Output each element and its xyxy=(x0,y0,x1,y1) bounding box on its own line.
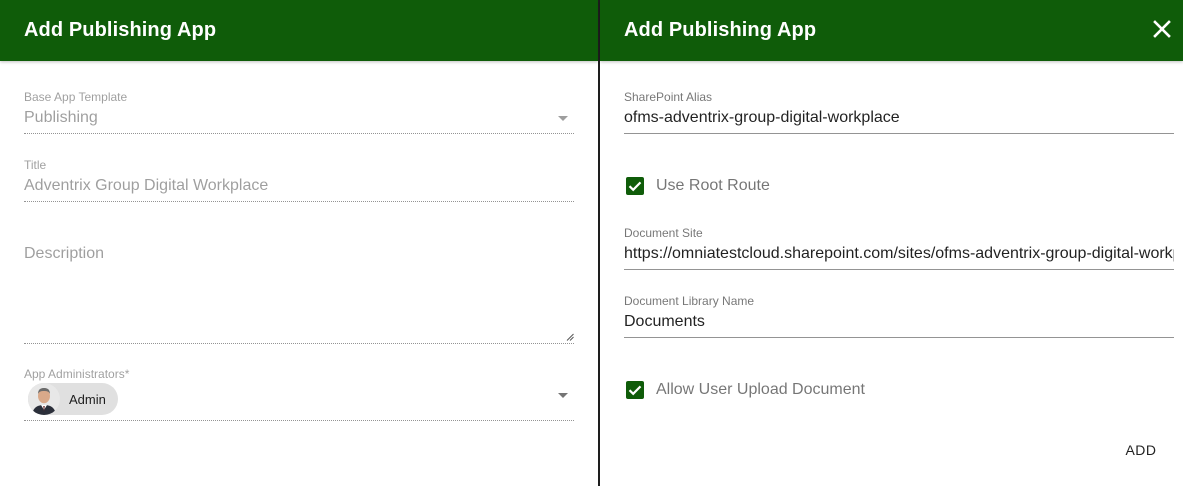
checkmark-icon xyxy=(628,181,642,192)
use-root-route-label: Use Root Route xyxy=(656,177,770,194)
allow-upload-row[interactable]: Allow User Upload Document xyxy=(626,380,865,400)
resize-handle-icon[interactable] xyxy=(566,333,574,341)
right-dialog: Add Publishing App SharePoint Alias ofms… xyxy=(600,0,1183,486)
left-dialog: Add Publishing App Base App Template Pub… xyxy=(0,0,598,486)
use-root-route-row[interactable]: Use Root Route xyxy=(626,176,770,196)
use-root-route-checkbox[interactable] xyxy=(626,177,644,195)
sharepoint-alias-underline xyxy=(624,133,1174,134)
document-library-value: Documents xyxy=(624,313,705,330)
description-textarea[interactable]: Description xyxy=(24,244,574,345)
admin-chip[interactable]: Admin xyxy=(28,383,118,415)
title-underline xyxy=(24,201,574,202)
chevron-down-icon xyxy=(558,393,568,398)
app-administrators-label: App Administrators* xyxy=(24,367,130,381)
base-template-select[interactable]: Base App Template Publishing xyxy=(24,90,574,136)
allow-upload-label: Allow User Upload Document xyxy=(656,381,865,398)
app-administrators-underline xyxy=(24,420,574,421)
allow-upload-checkbox[interactable] xyxy=(626,381,644,399)
document-site-field[interactable]: Document Site https://omniatestcloud.sha… xyxy=(624,226,1174,272)
document-site-value: https://omniatestcloud.sharepoint.com/si… xyxy=(624,245,1174,262)
sharepoint-alias-label: SharePoint Alias xyxy=(624,90,713,104)
base-template-underline xyxy=(24,133,574,134)
close-icon[interactable] xyxy=(1151,18,1173,40)
description-placeholder: Description xyxy=(24,245,105,262)
document-library-field[interactable]: Document Library Name Documents xyxy=(624,294,1174,340)
title-value: Adventrix Group Digital Workplace xyxy=(24,177,269,194)
title-field[interactable]: Title Adventrix Group Digital Workplace xyxy=(24,158,574,204)
document-site-underline xyxy=(624,269,1174,270)
title-label: Title xyxy=(24,158,47,172)
add-button[interactable]: ADD xyxy=(1109,432,1173,468)
base-template-value: Publishing xyxy=(24,109,98,126)
right-dialog-title: Add Publishing App xyxy=(624,19,817,41)
admin-chip-label: Admin xyxy=(69,391,106,407)
document-library-label: Document Library Name xyxy=(624,294,755,308)
chevron-down-icon xyxy=(558,116,568,121)
sharepoint-alias-field[interactable]: SharePoint Alias ofms-adventrix-group-di… xyxy=(624,90,1174,136)
avatar xyxy=(28,383,60,415)
base-template-label: Base App Template xyxy=(24,90,128,104)
sharepoint-alias-value: ofms-adventrix-group-digital-workplace xyxy=(624,109,900,126)
left-dialog-title: Add Publishing App xyxy=(24,19,217,41)
right-dialog-header: Add Publishing App xyxy=(600,0,1183,61)
document-library-underline xyxy=(624,337,1174,338)
description-underline xyxy=(24,343,574,344)
app-administrators-select[interactable]: App Administrators* Admin xyxy=(24,367,574,423)
checkmark-icon xyxy=(628,385,642,396)
left-dialog-header: Add Publishing App xyxy=(0,0,598,61)
document-site-label: Document Site xyxy=(624,226,703,240)
